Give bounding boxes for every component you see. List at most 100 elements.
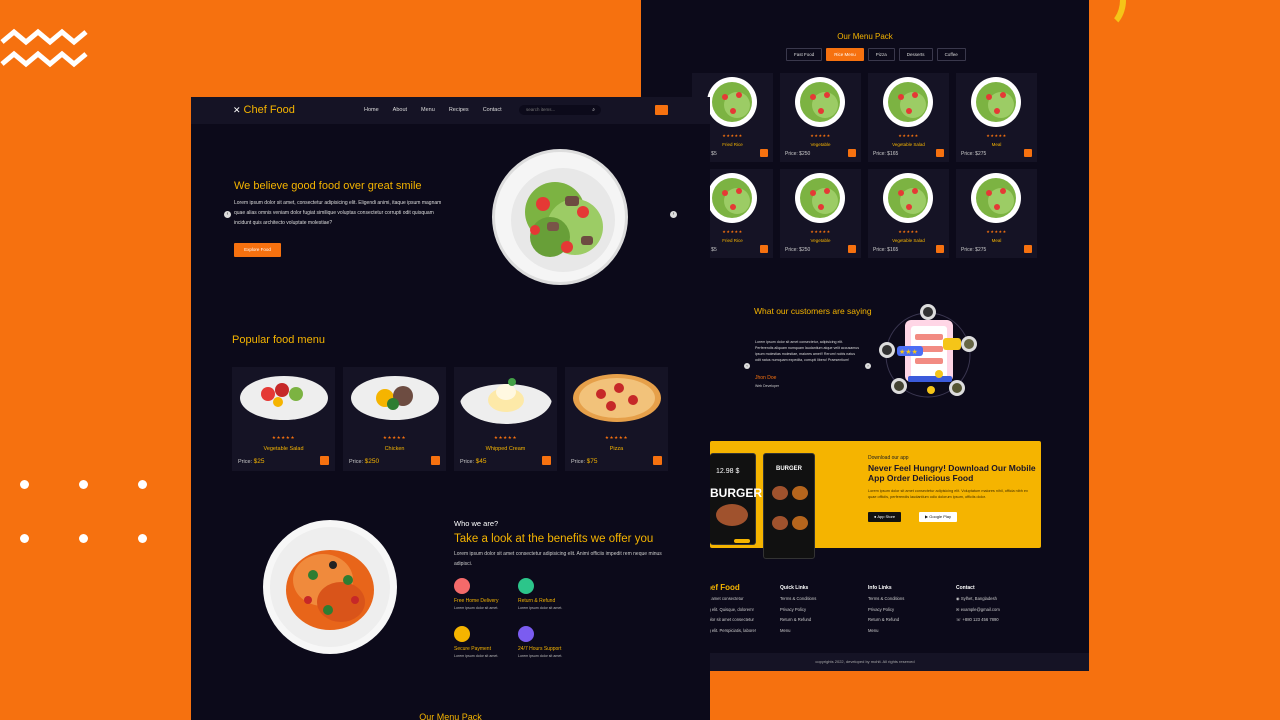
food-image [238,372,330,424]
menu-pack-card[interactable]: ★★★★★ Meal Price: $275 [956,169,1037,258]
item-price: Price: $165 [873,151,899,157]
add-to-cart-icon[interactable] [320,456,329,465]
next-arrow-icon[interactable]: › [865,363,871,369]
contact-email[interactable]: example@gmail.com [961,607,1000,612]
menu-pack-card[interactable]: ★★★★★ Vegetable Price: $250 [780,169,861,258]
menu-pack-tabs: Fast Food Rice Menu Pizza Desserts Coffe… [786,48,966,61]
menu-pack-grid: ★★★★★Fried RicePrice: $5★★★★★VegetablePr… [692,73,1037,258]
rating-stars: ★★★★★ [898,133,919,138]
add-to-cart-icon[interactable] [653,456,662,465]
benefits-text: Lorem ipsum dolor sit amet consectetur a… [454,551,662,567]
food-image [571,372,663,424]
popular-food-card[interactable]: ★★★★★ Whipped Cream Price: $45 [454,367,557,471]
footer-quick-links: Quick Links Terms & Conditions Privacy P… [780,584,816,636]
feature-title: 24/7 Hours Support [518,646,562,652]
tab-fast-food[interactable]: Fast Food [786,48,823,61]
food-image [349,372,441,424]
tab-rice-menu[interactable]: Rice Menu [826,48,864,61]
salad-image [707,173,757,223]
feature-return-refund: Return & Refund Lorem ipsum dolor sit am… [518,578,608,610]
popular-food-card[interactable]: ★★★★★ Chicken Price: $250 [343,367,446,471]
item-name: Meal [991,238,1002,243]
nav-contact[interactable]: Contact [483,107,502,113]
logo[interactable]: ✕ Chef Food [233,104,295,116]
fork-knife-icon: ✕ [233,104,241,115]
support-icon [518,626,534,642]
add-to-cart-icon[interactable] [760,245,768,253]
footer-link[interactable]: Menu [780,626,816,637]
footer-link[interactable]: Terms & Conditions [868,594,904,605]
cart-button[interactable] [655,105,668,115]
add-to-cart-icon[interactable] [1024,245,1032,253]
item-price: Price: $250 [785,247,811,253]
footer-brand-name: hef Food [706,583,740,592]
food-price: Price: $45 [460,458,487,465]
hero-text: Lorem ipsum dolor sit amet, consectetur … [234,200,442,226]
rating-stars: ★★★★★ [604,435,629,440]
rating-stars: ★★★★★ [898,229,919,234]
pasta-image [263,520,397,654]
add-to-cart-icon[interactable] [848,149,856,157]
navbar: ✕ Chef Food Home About Menu Recipes Cont… [191,97,710,124]
phone2-burger-label: BURGER [775,466,802,472]
add-to-cart-icon[interactable] [542,456,551,465]
footer-link[interactable]: Terms & Conditions [780,594,816,605]
feature-title: Return & Refund [518,598,556,604]
menu-pack-card[interactable]: ★★★★★ Vegetable Salad Price: $165 [868,73,949,162]
search-icon[interactable]: ⌕ [592,105,595,115]
add-to-cart-icon[interactable] [936,149,944,157]
prev-arrow-icon[interactable]: ‹ [744,363,750,369]
refund-icon [518,578,534,594]
rating-stars: ★★★★★ [986,133,1007,138]
footer-info-links: Info Links Terms & Conditions Privacy Po… [868,584,904,636]
who-we-are: Who we are? [454,519,499,528]
item-name: Vegetable Salad [892,142,925,147]
tab-desserts[interactable]: Desserts [898,48,933,61]
tab-coffee[interactable]: Coffee [936,48,966,61]
rating-stars: ★★★★★ [810,133,831,138]
contact-phone[interactable]: +880 123 456 7890 [962,617,998,622]
phone-burger-label: BURGER [710,486,763,500]
app-store-button[interactable]: ● App Store [868,512,902,522]
food-price: Price: $25 [238,458,265,465]
nav-home[interactable]: Home [364,107,379,113]
feature-desc: Lorem ipsum dolor sit amet. [518,606,563,610]
footer-link[interactable]: Return & Refund [868,615,904,626]
salad-image [707,77,757,127]
phone-mockup-2: BURGER [763,453,815,559]
add-to-cart-icon[interactable] [760,149,768,157]
search-input[interactable]: search items... ⌕ [519,105,601,115]
menu-pack-card[interactable]: ★★★★★ Vegetable Salad Price: $165 [868,169,949,258]
payment-icon [454,626,470,642]
popular-food-card[interactable]: ★★★★★ Vegetable Salad Price: $25 [232,367,335,471]
food-price: Price: $75 [571,458,598,465]
hero-prev-icon[interactable]: ‹ [224,211,231,218]
tab-pizza[interactable]: Pizza [867,48,895,61]
add-to-cart-icon[interactable] [848,245,856,253]
add-to-cart-icon[interactable] [1024,149,1032,157]
zigzag-decoration [0,28,88,68]
footer-link[interactable]: Privacy Policy [780,605,816,616]
menu-pack-card[interactable]: ★★★★★ Vegetable Price: $250 [780,73,861,162]
phone-mockup: 12.98 $ BURGER [710,453,762,545]
nav-about[interactable]: About [393,107,407,113]
add-to-cart-icon[interactable] [431,456,440,465]
popular-food-card[interactable]: ★★★★★ Pizza Price: $75 [565,367,668,471]
nav-recipes[interactable]: Recipes [449,107,469,113]
menu-pack-title: Our Menu Pack [837,32,893,41]
app-title: Never Feel Hungry! Download Our Mobile A… [868,463,1036,483]
item-price: Price: $250 [785,151,811,157]
search-placeholder: search items... [526,107,556,112]
app-text: Lorem ipsum dolor sit amet consectetur a… [868,489,1028,499]
menu-pack-card[interactable]: ★★★★★ Meal Price: $275 [956,73,1037,162]
add-to-cart-icon[interactable] [936,245,944,253]
nav-menu[interactable]: Menu [421,107,435,113]
footer-link[interactable]: Menu [868,626,904,637]
testimonial-illustration: ★★★ [879,304,977,398]
footer-link[interactable]: Return & Refund [780,615,816,626]
hero-next-icon[interactable]: › [670,211,677,218]
footer-link[interactable]: Privacy Policy [868,605,904,616]
google-play-button[interactable]: ▶ Google Play [919,512,957,522]
item-name: Vegetable [810,238,831,243]
explore-food-button[interactable]: Explore Food [234,243,281,257]
